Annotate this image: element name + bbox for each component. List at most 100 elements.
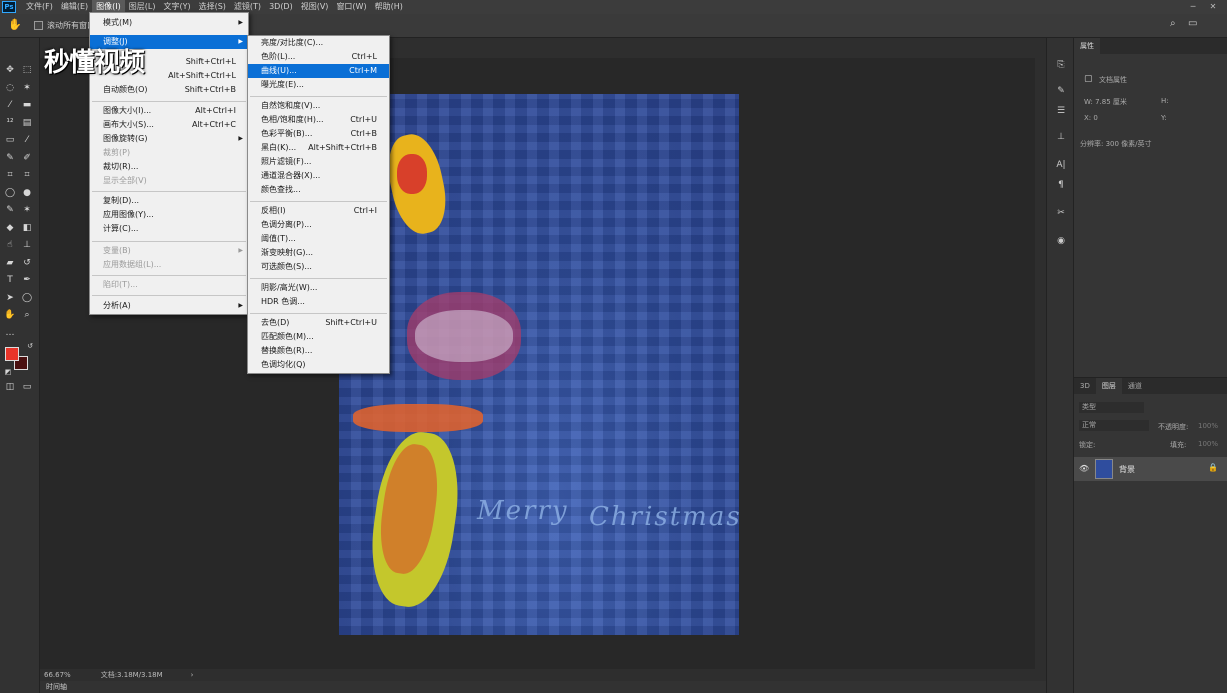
quick-select-icon[interactable]: ● xyxy=(21,187,33,199)
stamp-tool-icon[interactable]: ⊥ xyxy=(21,239,33,251)
foreground-color-swatch[interactable] xyxy=(5,347,19,361)
visibility-eye-icon[interactable]: 👁 xyxy=(1079,464,1089,473)
healing-brush-icon[interactable]: ✎ xyxy=(4,204,16,216)
quick-mask-icon[interactable]: ◫ xyxy=(4,381,16,393)
ellipse-tool-icon[interactable]: ◯ xyxy=(21,292,33,304)
count-tool-icon[interactable]: ¹² xyxy=(4,117,16,129)
adjustment-menu-item[interactable]: 色调分离(P)... xyxy=(248,218,389,232)
image-menu-item[interactable]: 复制(D)... xyxy=(90,194,248,208)
fill-value[interactable]: 100% xyxy=(1198,440,1218,448)
adjustment-menu-item[interactable]: 渐变映射(G)... xyxy=(248,246,389,260)
path-select-icon[interactable]: ➤ xyxy=(4,292,16,304)
lasso-icon[interactable]: ◯ xyxy=(4,187,16,199)
image-menu-item[interactable]: 模式(M) ▶ xyxy=(90,16,248,30)
eraser-tool-icon[interactable]: ▰ xyxy=(4,257,16,269)
adjustment-menu-item[interactable]: 可选颜色(S)... xyxy=(248,260,389,274)
adjustment-menu-item[interactable]: 反相(I) Ctrl+I xyxy=(248,204,389,218)
width-field[interactable]: W: 7.85 厘米 xyxy=(1084,97,1127,107)
pencil-tool-icon[interactable]: ✐ xyxy=(21,152,33,164)
layer-row[interactable]: 👁 背景 🔒 xyxy=(1074,457,1227,481)
y-field[interactable]: Y: xyxy=(1161,114,1167,122)
menu-8[interactable]: 视图(V) xyxy=(297,0,333,14)
image-menu-item[interactable]: 计算(C)... xyxy=(90,222,248,236)
more-tools-icon[interactable]: … xyxy=(4,327,16,339)
menu-1[interactable]: 编辑(E) xyxy=(57,0,92,14)
wand-icon[interactable]: ✶ xyxy=(21,204,33,216)
adjustment-menu-item[interactable]: 曲线(U)... Ctrl+M xyxy=(248,64,389,78)
swap-colors-icon[interactable]: ↺ xyxy=(24,340,36,352)
image-canvas[interactable]: Merry Christmas xyxy=(339,94,739,635)
eyedropper-icon[interactable]: ⁄ xyxy=(4,99,16,111)
status-arrow-icon[interactable]: › xyxy=(191,671,194,679)
adjustment-menu-item[interactable]: 亮度/对比度(C)... xyxy=(248,36,389,50)
adjustment-menu-item[interactable]: 色相/饱和度(H)... Ctrl+U xyxy=(248,113,389,127)
adjustment-menu-item[interactable]: 通道混合器(X)... xyxy=(248,169,389,183)
note-tool-icon[interactable]: ▤ xyxy=(21,117,33,129)
adjustment-menu-item[interactable]: 替换颜色(R)... xyxy=(248,344,389,358)
image-menu-item[interactable]: 分析(A) ▶ xyxy=(90,299,248,313)
clone-source-icon[interactable]: ⊥ xyxy=(1054,130,1068,144)
screen-mode-icon[interactable]: ▭ xyxy=(21,381,33,393)
brush-tool-icon[interactable]: ✎ xyxy=(4,152,16,164)
history-icon[interactable]: ⎘ xyxy=(1054,58,1068,72)
scroll-all-windows-checkbox[interactable] xyxy=(34,21,43,30)
menu-9[interactable]: 窗口(W) xyxy=(332,0,370,14)
timeline-tab[interactable]: 时间轴 xyxy=(40,681,1046,693)
tab-3d[interactable]: 3D xyxy=(1074,378,1096,394)
adjustment-menu-item[interactable]: 曝光度(E)... xyxy=(248,78,389,92)
default-colors-icon[interactable]: ◩ xyxy=(2,366,14,378)
lasso-tool-icon[interactable]: ◌ xyxy=(4,82,16,94)
adjustment-menu-item[interactable]: 阴影/高光(W)... xyxy=(248,281,389,295)
zoom-tool-icon[interactable]: ⌕ xyxy=(21,309,33,321)
hand-icon[interactable]: ✋ xyxy=(4,309,16,321)
menu-10[interactable]: 帮助(H) xyxy=(371,0,407,14)
hand-tool-icon[interactable]: ✋ xyxy=(8,18,24,34)
spot-heal-icon[interactable]: ▭ xyxy=(4,134,16,146)
marquee-tool-icon[interactable]: ⬚ xyxy=(21,64,33,76)
image-menu-item[interactable]: 应用图像(Y)... xyxy=(90,208,248,222)
adjustment-menu-item[interactable]: 色调均化(Q) xyxy=(248,358,389,372)
history-brush-icon[interactable]: ↺ xyxy=(21,257,33,269)
adjustment-menu-item[interactable]: HDR 色调... xyxy=(248,295,389,309)
type-tool-icon[interactable]: T xyxy=(4,274,16,286)
adjustment-menu-item[interactable]: 匹配颜色(M)... xyxy=(248,330,389,344)
smudge-icon[interactable]: ☝ xyxy=(4,239,16,251)
opacity-value[interactable]: 100% xyxy=(1198,422,1218,430)
ruler-icon[interactable]: ▬ xyxy=(21,99,33,111)
image-menu-item[interactable]: 自动颜色(O) Shift+Ctrl+B xyxy=(90,83,248,97)
adjustment-menu-item[interactable]: 阈值(T)... xyxy=(248,232,389,246)
3d-panel-icon[interactable]: ◉ xyxy=(1054,234,1068,248)
search-icon[interactable]: ⌕ xyxy=(1170,18,1176,29)
adjustment-menu-item[interactable]: 色阶(L)... Ctrl+L xyxy=(248,50,389,64)
blend-mode-select[interactable]: 正常 xyxy=(1079,420,1149,431)
adjustment-menu-item[interactable]: 色彩平衡(B)... Ctrl+B xyxy=(248,127,389,141)
tab-properties[interactable]: 属性 xyxy=(1074,38,1100,54)
image-menu-item[interactable]: 裁切(R)... xyxy=(90,160,248,174)
adjustment-menu-item[interactable]: 自然饱和度(V)... xyxy=(248,99,389,113)
paint-bucket-icon[interactable]: ◆ xyxy=(4,222,16,234)
tool-presets-icon[interactable]: ✂ xyxy=(1054,206,1068,220)
pen-tool-icon[interactable]: ✒ xyxy=(21,274,33,286)
workspace-icon[interactable]: ▭ xyxy=(1188,18,1197,29)
color-sampler-icon[interactable]: ⁄ xyxy=(21,134,33,146)
gradient-tool-icon[interactable]: ◧ xyxy=(21,222,33,234)
adjustment-menu-item[interactable]: 去色(D) Shift+Ctrl+U xyxy=(248,316,389,330)
adjustment-menu-item[interactable]: 黑白(K)... Alt+Shift+Ctrl+B xyxy=(248,141,389,155)
crop-tool-icon[interactable]: ⌗ xyxy=(4,169,16,181)
vertical-scrollbar[interactable] xyxy=(1035,58,1046,669)
x-field[interactable]: X: 0 xyxy=(1084,114,1098,122)
slice-tool-icon[interactable]: ⌗ xyxy=(21,169,33,181)
adjustment-menu-item[interactable]: 颜色查找... xyxy=(248,183,389,197)
paragraph-icon[interactable]: ¶ xyxy=(1054,178,1068,192)
tab-channels[interactable]: 通道 xyxy=(1122,378,1148,394)
tab-layers[interactable]: 图层 xyxy=(1095,378,1122,394)
brush-panel-icon[interactable]: ✎ xyxy=(1054,84,1068,98)
menu-7[interactable]: 3D(D) xyxy=(265,0,297,14)
image-menu-item[interactable]: 画布大小(S)... Alt+Ctrl+C xyxy=(90,118,248,132)
close-icon[interactable]: ✕ xyxy=(1203,0,1223,14)
minimize-icon[interactable]: ─ xyxy=(1183,0,1203,14)
adjustment-menu-item[interactable]: 照片滤镜(F)... xyxy=(248,155,389,169)
image-menu-item[interactable]: 图像大小(I)... Alt+Ctrl+I xyxy=(90,104,248,118)
zoom-level[interactable]: 66.67% xyxy=(44,671,71,679)
menu-0[interactable]: 文件(F) xyxy=(22,0,57,14)
